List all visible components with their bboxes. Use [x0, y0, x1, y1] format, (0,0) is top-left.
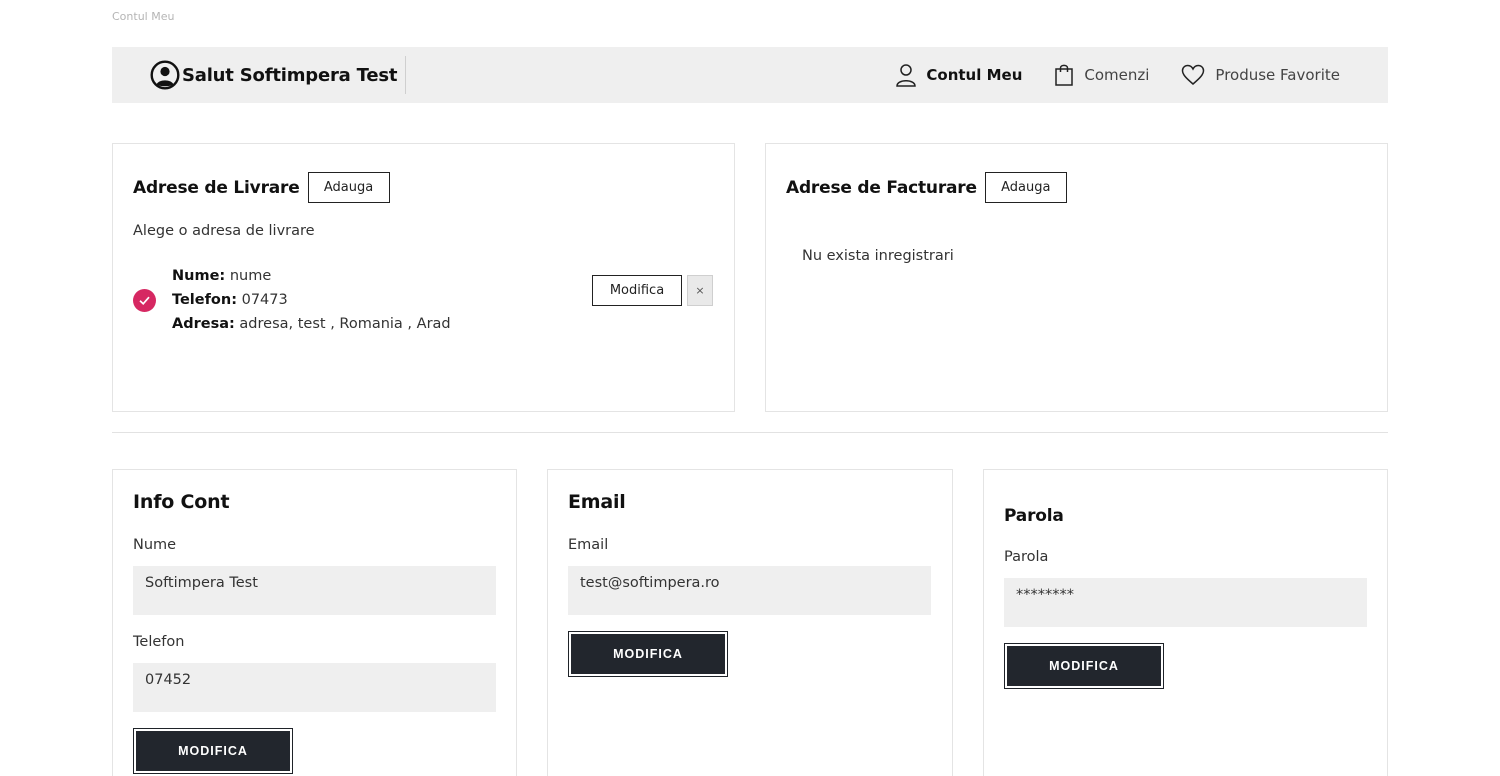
nav-contul-meu[interactable]: Contul Meu	[896, 63, 1022, 87]
heart-icon	[1182, 64, 1205, 85]
shopping-bag-icon	[1055, 64, 1074, 86]
greeting-text: Salut Softimpera Test	[182, 64, 398, 86]
address-name-line: Nume: nume	[172, 264, 451, 288]
nav-label: Produse Favorite	[1215, 66, 1340, 84]
button-label: MODIFICA	[571, 634, 725, 674]
shipping-addresses-card: Adrese de Livrare Adauga Alege o adresa …	[112, 143, 735, 412]
account-info-card: Info Cont Nume Softimpera Test Telefon 0…	[112, 469, 517, 776]
phone-value: 07473	[241, 292, 288, 308]
address-value: adresa, test , Romania , Arad	[239, 316, 451, 332]
phone-field[interactable]: 07452	[133, 663, 496, 712]
edit-address-button[interactable]: Modifica	[592, 275, 682, 306]
save-info-button[interactable]: MODIFICA	[133, 728, 293, 774]
password-field[interactable]: ********	[1004, 578, 1367, 627]
address-phone-line: Telefon: 07473	[172, 288, 451, 312]
add-billing-address-button[interactable]: Adauga	[984, 172, 1067, 203]
account-header: Salut Softimpera Test Contul Meu Comenzi…	[112, 47, 1388, 103]
shipping-hint: Alege o adresa de livrare	[133, 223, 315, 239]
email-card: Email Email test@softimpera.ro MODIFICA	[547, 469, 953, 776]
nav-label: Comenzi	[1084, 66, 1150, 84]
user-icon	[896, 64, 917, 87]
phone-label: Telefon:	[172, 292, 237, 308]
phone-field-label: Telefon	[133, 634, 185, 650]
nav-comenzi[interactable]: Comenzi	[1054, 63, 1149, 87]
address-label: Adresa:	[172, 316, 235, 332]
info-title: Info Cont	[133, 491, 230, 513]
selected-check-icon[interactable]	[133, 288, 156, 312]
remove-address-button[interactable]: ×	[687, 275, 713, 306]
password-card: Parola Parola ******** MODIFICA	[983, 469, 1388, 776]
password-field-label: Parola	[1004, 549, 1049, 565]
header-divider	[405, 56, 406, 94]
address-street-line: Adresa: adresa, test , Romania , Arad	[172, 312, 451, 336]
email-title: Email	[568, 491, 626, 513]
shipping-header: Adrese de Livrare Adauga	[133, 172, 390, 203]
shipping-address-item[interactable]: Nume: nume Telefon: 07473 Adresa: adresa…	[133, 264, 451, 336]
button-label: MODIFICA	[136, 731, 290, 771]
name-field-label: Nume	[133, 537, 177, 553]
email-field-label: Email	[568, 537, 609, 553]
save-email-button[interactable]: MODIFICA	[568, 631, 728, 677]
breadcrumb[interactable]: Contul Meu	[112, 10, 174, 23]
shipping-title: Adrese de Livrare	[133, 177, 300, 198]
user-circle-icon	[150, 60, 180, 90]
greeting: Salut Softimpera Test	[150, 60, 397, 90]
address-details: Nume: nume Telefon: 07473 Adresa: adresa…	[172, 264, 451, 336]
billing-empty-text: Nu exista inregistrari	[802, 248, 954, 264]
name-value: nume	[229, 268, 272, 284]
email-field[interactable]: test@softimpera.ro	[568, 566, 931, 615]
account-nav: Contul Meu Comenzi Produse Favorite	[864, 61, 1340, 89]
button-label: MODIFICA	[1007, 646, 1161, 686]
billing-header: Adrese de Facturare Adauga	[786, 172, 1067, 203]
billing-addresses-card: Adrese de Facturare Adauga Nu exista inr…	[765, 143, 1388, 412]
section-divider	[112, 432, 1388, 433]
add-shipping-address-button[interactable]: Adauga	[307, 172, 390, 203]
name-field[interactable]: Softimpera Test	[133, 566, 496, 615]
password-title: Parola	[1004, 506, 1064, 526]
billing-title: Adrese de Facturare	[786, 177, 977, 198]
save-password-button[interactable]: MODIFICA	[1004, 643, 1164, 689]
nav-label: Contul Meu	[926, 66, 1023, 84]
name-label: Nume:	[172, 268, 226, 284]
nav-produse-favorite[interactable]: Produse Favorite	[1181, 64, 1340, 86]
